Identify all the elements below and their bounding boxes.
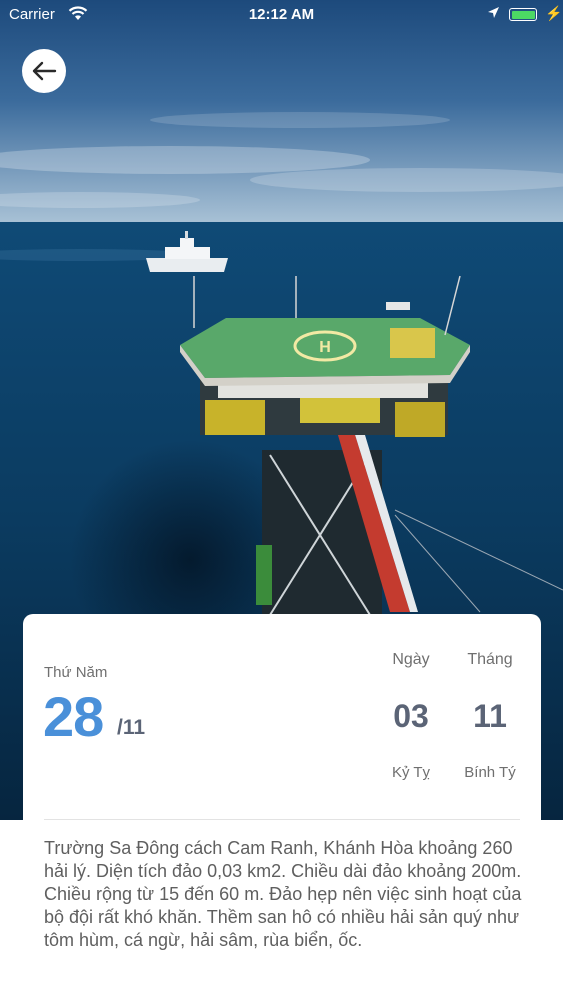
lunar-month-name: Bính Tý (464, 764, 516, 781)
lunar-month-value: 11 (473, 698, 507, 734)
back-button[interactable] (22, 49, 66, 93)
location-arrow-icon (487, 6, 500, 23)
lunar-day-name: Kỷ Tỵ (391, 764, 431, 781)
lunar-month-header: Tháng (467, 651, 513, 668)
status-bar: Carrier 12:12 AM ⚡ (0, 0, 563, 30)
weekday-label: Thứ Năm (44, 664, 108, 681)
clock: 12:12 AM (248, 6, 315, 23)
lunar-day-value: 03 (393, 698, 429, 734)
svg-text:H: H (319, 339, 331, 356)
island-description: Trường Sa Đông cách Cam Ranh, Khánh Hòa … (44, 838, 522, 950)
battery-icon (509, 8, 537, 21)
charging-bolt-icon: ⚡ (545, 5, 563, 21)
date-card: Thứ Năm 28 /11 Ngày Tháng 03 11 Kỷ Tỵ Bí… (23, 614, 541, 820)
solar-month: /11 (117, 716, 146, 739)
lunar-day-header: Ngày (392, 651, 430, 668)
solar-day: 28 (43, 685, 104, 748)
arrow-left-icon (32, 61, 57, 81)
divider (44, 819, 520, 820)
